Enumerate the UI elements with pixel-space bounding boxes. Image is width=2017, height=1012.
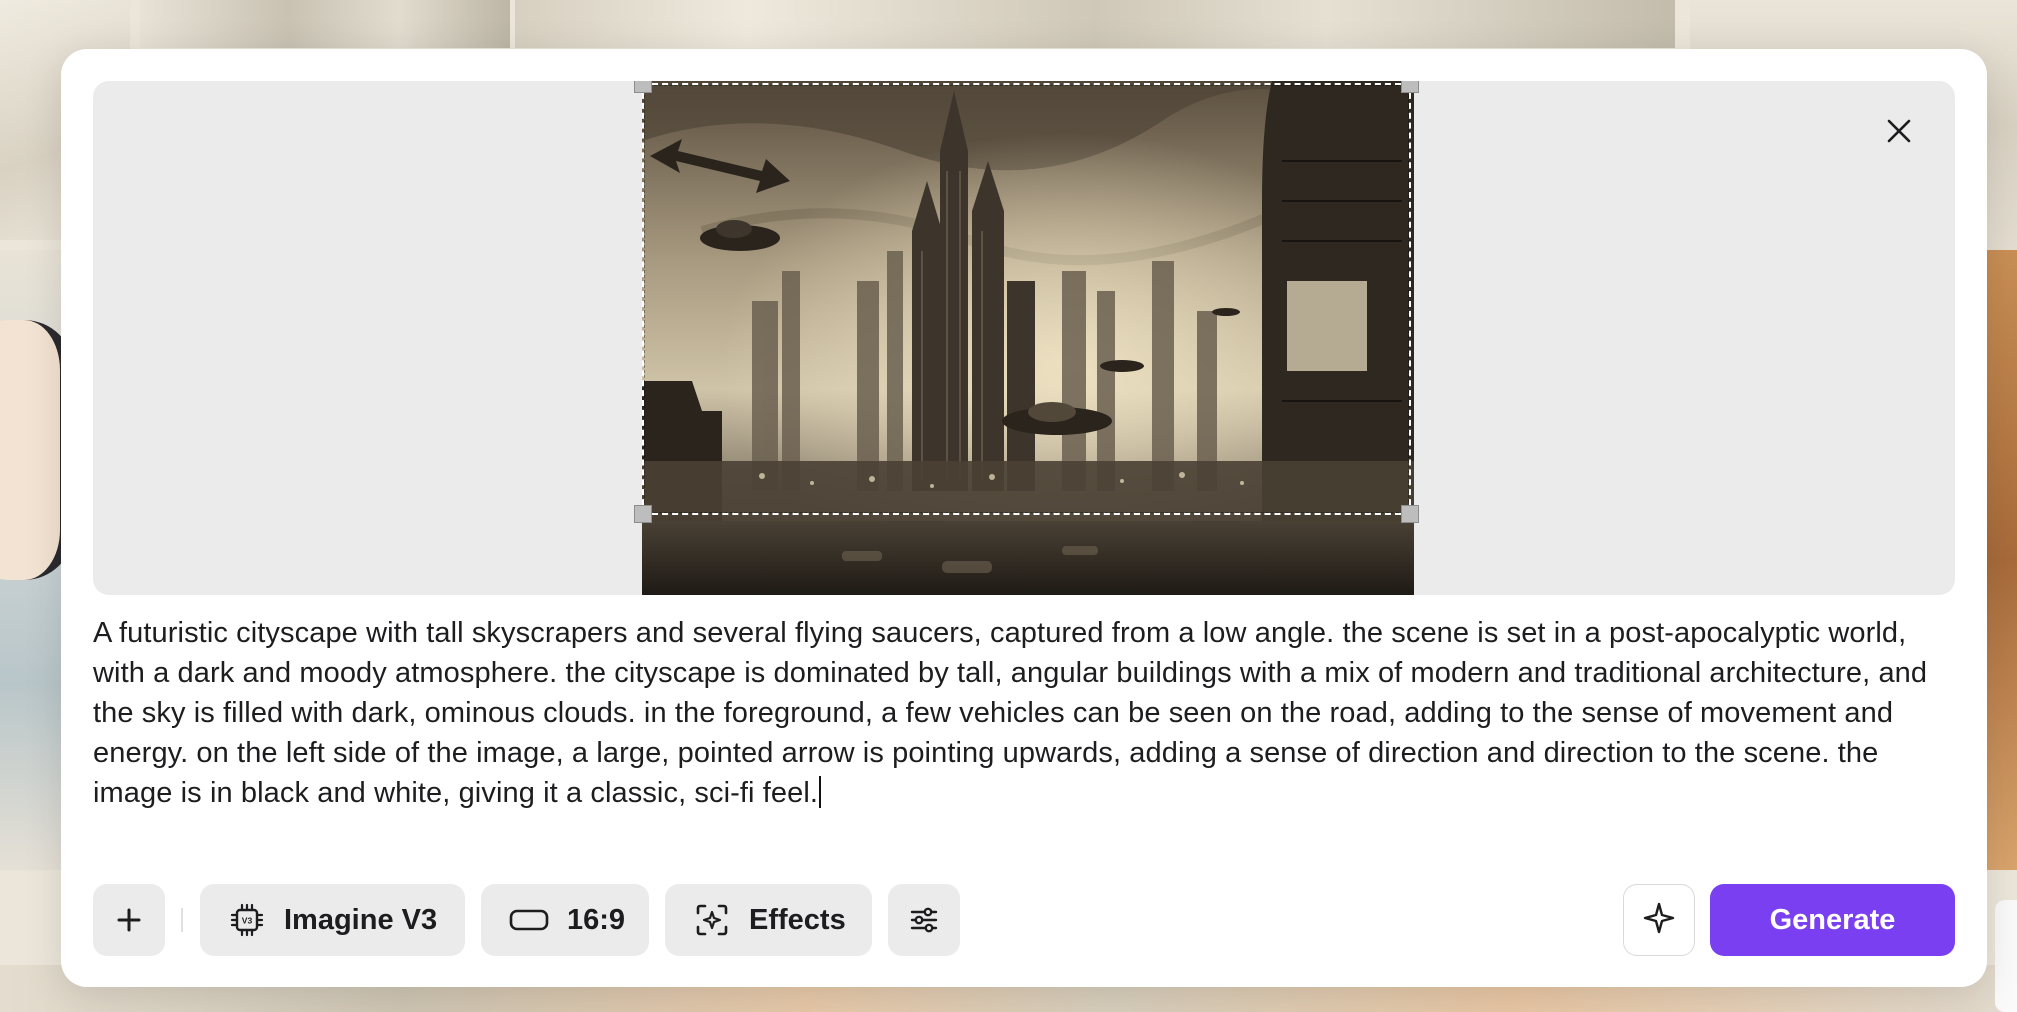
enhance-prompt-button[interactable] — [1623, 884, 1695, 956]
close-button[interactable] — [1879, 113, 1919, 153]
prompt-textarea[interactable]: A futuristic cityscape with tall skyscra… — [93, 613, 1953, 813]
generate-label: Generate — [1769, 903, 1896, 936]
generate-button[interactable]: Generate — [1710, 884, 1955, 956]
aspect-ratio-icon — [509, 907, 549, 933]
prompt-text: A futuristic cityscape with tall skyscra… — [93, 617, 1928, 809]
svg-text:V3: V3 — [242, 916, 253, 926]
gallery-thumbnail — [140, 0, 510, 48]
generate-dialog: A futuristic cityscape with tall skyscra… — [61, 49, 1987, 987]
gallery-thumbnail — [0, 250, 74, 870]
reference-image — [634, 81, 1419, 595]
toolbar-divider — [181, 908, 183, 932]
crop-handle-top-right[interactable] — [1401, 81, 1419, 93]
crop-selection[interactable] — [634, 81, 1419, 523]
model-select-button[interactable]: V3 Imagine V3 — [200, 884, 465, 956]
crop-handle-bottom-left[interactable] — [634, 505, 652, 523]
effects-label: Effects — [749, 903, 846, 936]
crop-handle-top-left[interactable] — [634, 81, 652, 93]
sliders-icon — [909, 905, 939, 935]
chip-icon: V3 — [230, 903, 264, 937]
advanced-settings-button[interactable] — [888, 884, 960, 956]
generation-toolbar: V3 Imagine V3 16:9 Effects Generate — [93, 884, 1955, 956]
gallery-thumbnail — [515, 0, 1675, 48]
model-label: Imagine V3 — [284, 903, 438, 936]
text-caret — [819, 776, 822, 808]
sparkle-icon — [1642, 901, 1676, 940]
effects-icon — [695, 903, 729, 937]
gallery-thumbnail — [1985, 250, 2017, 870]
image-preview-area — [93, 81, 1955, 595]
aspect-ratio-button[interactable]: 16:9 — [481, 884, 649, 956]
close-icon — [1886, 118, 1912, 149]
crop-handle-bottom-right[interactable] — [1401, 505, 1419, 523]
aspect-ratio-label: 16:9 — [567, 903, 626, 936]
add-button[interactable] — [93, 884, 165, 956]
gallery-edge-panel — [1995, 900, 2017, 1012]
plus-icon — [116, 907, 142, 933]
effects-button[interactable]: Effects — [665, 884, 872, 956]
